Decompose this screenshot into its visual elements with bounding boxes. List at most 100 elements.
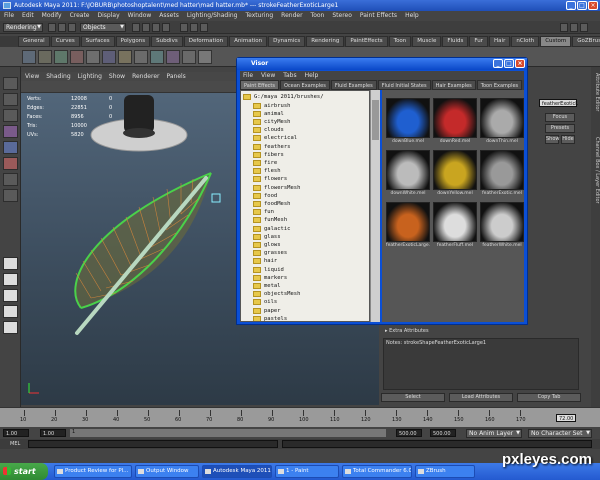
brush-thumbnail[interactable]: featherExotic.mel — [480, 150, 524, 198]
brush-thumbnail[interactable]: downWhite.mel — [386, 150, 430, 198]
visor-menu-view[interactable]: View — [261, 71, 275, 80]
ipr-render-icon[interactable] — [190, 23, 198, 32]
scale-tool-icon[interactable] — [3, 157, 18, 170]
brush-thumbnail[interactable]: featherWhite.mel — [480, 202, 524, 250]
visor-tab-hair-examples[interactable]: Hair Examples — [431, 80, 476, 90]
shelf-tool-icon[interactable] — [70, 50, 84, 64]
menu-modify[interactable]: Modify — [42, 11, 62, 21]
shelf-tab-subdivs[interactable]: Subdivs — [151, 36, 183, 47]
shelf-tool-icon[interactable] — [166, 50, 180, 64]
shelf-tool-icon[interactable] — [54, 50, 68, 64]
menu-help[interactable]: Help — [405, 11, 419, 21]
menu-assets[interactable]: Assets — [159, 11, 179, 21]
folder-root[interactable]: G:/maya 2011/brushes/ — [243, 92, 324, 101]
visor-menu-help[interactable]: Help — [305, 71, 319, 80]
single-view-layout-icon[interactable] — [3, 257, 18, 270]
visor-tab-ocean-examples[interactable]: Ocean Examples — [279, 80, 330, 90]
scroll-thumb[interactable] — [372, 100, 379, 140]
paint-select-tool-icon[interactable] — [3, 109, 18, 122]
show-channel-box-icon[interactable] — [570, 23, 578, 32]
folder-scrollbar[interactable] — [370, 90, 380, 322]
snap-grid-icon[interactable] — [132, 23, 140, 32]
menu-render[interactable]: Render — [281, 11, 302, 21]
shelf-tab-muscle[interactable]: Muscle — [412, 36, 442, 47]
minimize-button[interactable]: _ — [566, 1, 576, 10]
character-set-dropdown[interactable]: No Character Set ▼ — [528, 429, 592, 438]
shelf-tab-animation[interactable]: Animation — [229, 36, 268, 47]
shelf-tool-icon[interactable] — [134, 50, 148, 64]
anim-layer-dropdown[interactable]: No Anim Layer ▼ — [466, 429, 522, 438]
brush-thumbnail[interactable]: downBlue.mel — [386, 98, 430, 146]
two-view-layout-icon[interactable] — [3, 289, 18, 302]
notes-area[interactable]: Notes: strokeShapeFeatherExoticLarge1 — [383, 338, 579, 390]
taskbar-item-zbrush[interactable]: ZBrush — [415, 465, 475, 478]
shelf-tab-rendering[interactable]: Rendering — [306, 36, 345, 47]
show-button[interactable]: Show — [545, 135, 560, 144]
menu-display[interactable]: Display — [98, 11, 120, 21]
taskbar-item-1-paint[interactable]: 1 - Paint — [275, 465, 339, 478]
shelf-tool-icon[interactable] — [102, 50, 116, 64]
open-scene-icon[interactable] — [58, 23, 66, 32]
extra-attributes-section[interactable]: ▸ Extra Attributes — [385, 328, 429, 334]
selection-mask-dropdown[interactable]: Objects ▼ — [80, 23, 126, 32]
shelf-tool-icon[interactable] — [22, 50, 36, 64]
shelf-tool-icon[interactable] — [38, 50, 52, 64]
menu-create[interactable]: Create — [70, 11, 90, 21]
shelf-tool-icon[interactable] — [150, 50, 164, 64]
menu-toon[interactable]: Toon — [311, 11, 325, 21]
brush-thumbnail[interactable]: downYellow.mel — [433, 150, 477, 198]
shelf-tab-deformation[interactable]: Deformation — [183, 36, 229, 47]
viewport-menu-shading[interactable]: Shading — [46, 72, 70, 81]
shelf-tab-fur[interactable]: Fur — [469, 36, 489, 47]
shelf-tab-fluids[interactable]: Fluids — [442, 36, 469, 47]
maximize-button[interactable]: □ — [577, 1, 587, 10]
folder-pastels[interactable]: pastels — [253, 314, 287, 321]
visor-tab-toon-examples[interactable]: Toon Examples — [476, 80, 523, 90]
move-tool-icon[interactable] — [3, 125, 18, 138]
shelf-tab-general[interactable]: General — [18, 36, 50, 47]
time-slider[interactable]: 72.00 10 20 30 40 50 60 70 80 90 100 110 120 130 140 1… — [0, 407, 600, 427]
shelf-tool-icon[interactable] — [118, 50, 132, 64]
render-settings-icon[interactable] — [200, 23, 208, 32]
visor-minimize-button[interactable]: _ — [493, 59, 503, 68]
copy-tab-button[interactable]: Copy Tab — [517, 393, 581, 402]
menuset-dropdown[interactable]: Rendering ▼ — [3, 23, 43, 32]
taskbar-item-output-window[interactable]: Output Window — [135, 465, 199, 478]
shelf-tool-icon[interactable] — [198, 50, 212, 64]
viewport-menu-renderer[interactable]: Renderer — [132, 72, 159, 81]
brush-thumbnail[interactable]: downThin.mel — [480, 98, 524, 146]
manipulator-tool-icon[interactable] — [3, 173, 18, 186]
visor-maximize-button[interactable]: □ — [504, 59, 514, 68]
shelf-tool-icon[interactable] — [182, 50, 196, 64]
shelf-tab-gozbrush[interactable]: GoZBrush — [572, 36, 600, 47]
taskbar-item-total-commander-6-0[interactable]: Total Commander 6.0... — [342, 465, 412, 478]
close-button[interactable]: × — [588, 1, 598, 10]
snap-point-icon[interactable] — [152, 23, 160, 32]
mel-command-input[interactable] — [28, 440, 278, 448]
start-time-field[interactable]: 1.00 — [3, 429, 29, 437]
brush-thumbnail[interactable]: featherFluff.mel — [433, 202, 477, 250]
visor-menu-file[interactable]: File — [243, 71, 253, 80]
load-attributes-button[interactable]: Load Attributes — [449, 393, 513, 402]
shelf-tab-hair[interactable]: Hair — [489, 36, 511, 47]
start-button[interactable]: start — [0, 463, 48, 480]
show-attribute-editor-icon[interactable] — [560, 23, 568, 32]
viewport-menu-lighting[interactable]: Lighting — [78, 72, 102, 81]
menu-lighting-shading[interactable]: Lighting/Shading — [187, 11, 238, 21]
menu-edit[interactable]: Edit — [22, 11, 34, 21]
attribute-editor-tab[interactable]: Attribute Editor — [591, 73, 600, 111]
brush-thumbnail[interactable]: downRed.mel — [433, 98, 477, 146]
four-view-layout-icon[interactable] — [3, 273, 18, 286]
viewport-menu-show[interactable]: Show — [109, 72, 125, 81]
shelf-tab-custom[interactable]: Custom — [540, 36, 572, 47]
menu-file[interactable]: File — [4, 11, 14, 21]
current-frame-field[interactable]: 72.00 — [556, 414, 576, 422]
outliner-layout-icon[interactable] — [3, 305, 18, 318]
lasso-tool-icon[interactable] — [3, 93, 18, 106]
viewport-3d[interactable]: Verts:1200800Edges:2285100Faces:895600Tr… — [21, 93, 239, 405]
menu-texturing[interactable]: Texturing — [245, 11, 273, 21]
range-slider-bar[interactable]: 1 — [70, 429, 386, 437]
graph-layout-icon[interactable] — [3, 321, 18, 334]
last-tool-icon[interactable] — [3, 189, 18, 202]
taskbar-item-autodesk-maya-2011[interactable]: Autodesk Maya 2011: ... — [202, 465, 272, 478]
